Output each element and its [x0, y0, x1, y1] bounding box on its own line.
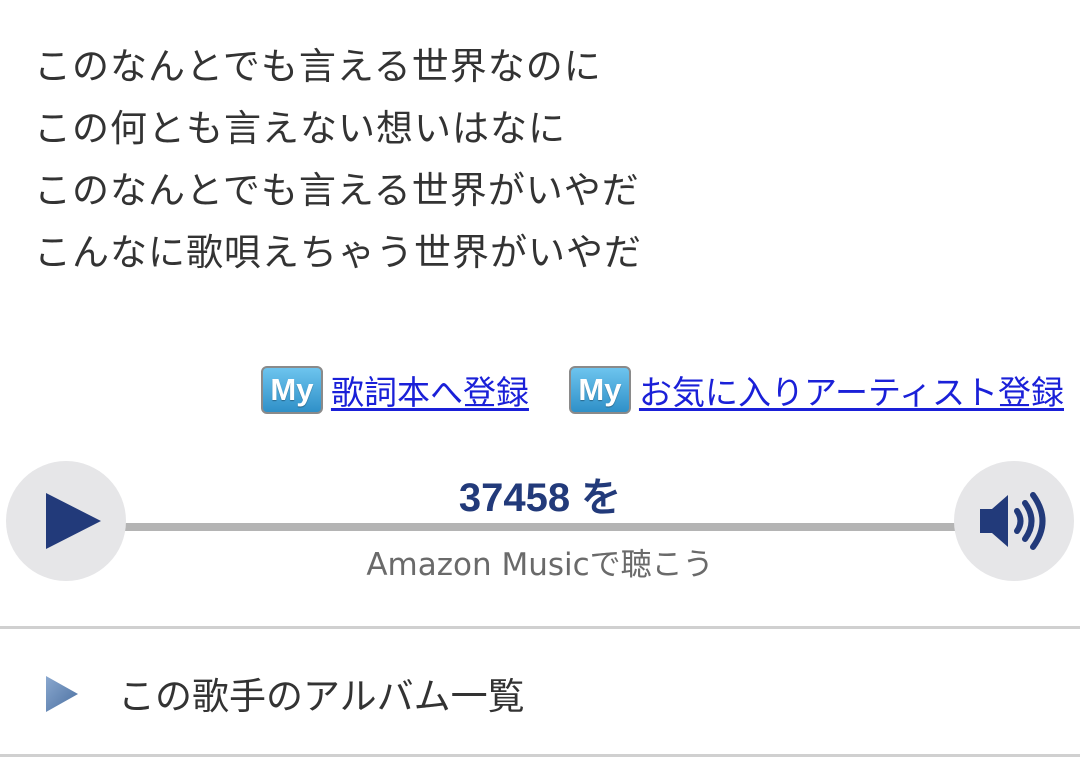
player-subtitle: Amazon Musicで聴こう [366, 547, 714, 583]
player-title: 37458 を [458, 476, 622, 520]
amazon-music-player: 37458 を Amazon Musicで聴こう [0, 455, 1080, 595]
lyric-line: このなんとでも言える世界なのに [34, 45, 602, 88]
register-favorite-artist-link[interactable]: My お気に入りアーティスト登録 [568, 366, 1064, 414]
artist-album-list-link[interactable]: この歌手のアルバム一覧 [0, 630, 1080, 754]
registration-links: My 歌詞本へ登録 My お気に入りアーティスト登録 [260, 366, 1064, 414]
volume-button[interactable] [954, 461, 1074, 581]
lyric-line: こんなに歌唄えちゃう世界がいやだ [34, 231, 642, 274]
register-favorite-artist-label[interactable]: お気に入りアーティスト登録 [639, 366, 1064, 414]
player-progress-track[interactable] [120, 523, 960, 531]
register-lyric-book-label[interactable]: 歌詞本へ登録 [331, 366, 529, 414]
lyric-line: このなんとでも言える世界がいやだ [34, 169, 640, 212]
divider [0, 626, 1080, 629]
triangle-right-icon [46, 676, 78, 712]
volume-icon [980, 492, 1046, 550]
my-badge-icon: My [568, 366, 631, 414]
my-badge-icon: My [260, 366, 323, 414]
register-lyric-book-link[interactable]: My 歌詞本へ登録 [260, 366, 529, 414]
lyrics-block: このなんとでも言える世界なのに この何とも言えない想いはなに このなんとでも言え… [34, 36, 1034, 284]
lyrics-page: このなんとでも言える世界なのに この何とも言えない想いはなに このなんとでも言え… [0, 0, 1080, 768]
lyric-line: この何とも言えない想いはなに [34, 107, 566, 150]
divider [0, 754, 1080, 757]
album-list-label: この歌手のアルバム一覧 [118, 675, 525, 718]
